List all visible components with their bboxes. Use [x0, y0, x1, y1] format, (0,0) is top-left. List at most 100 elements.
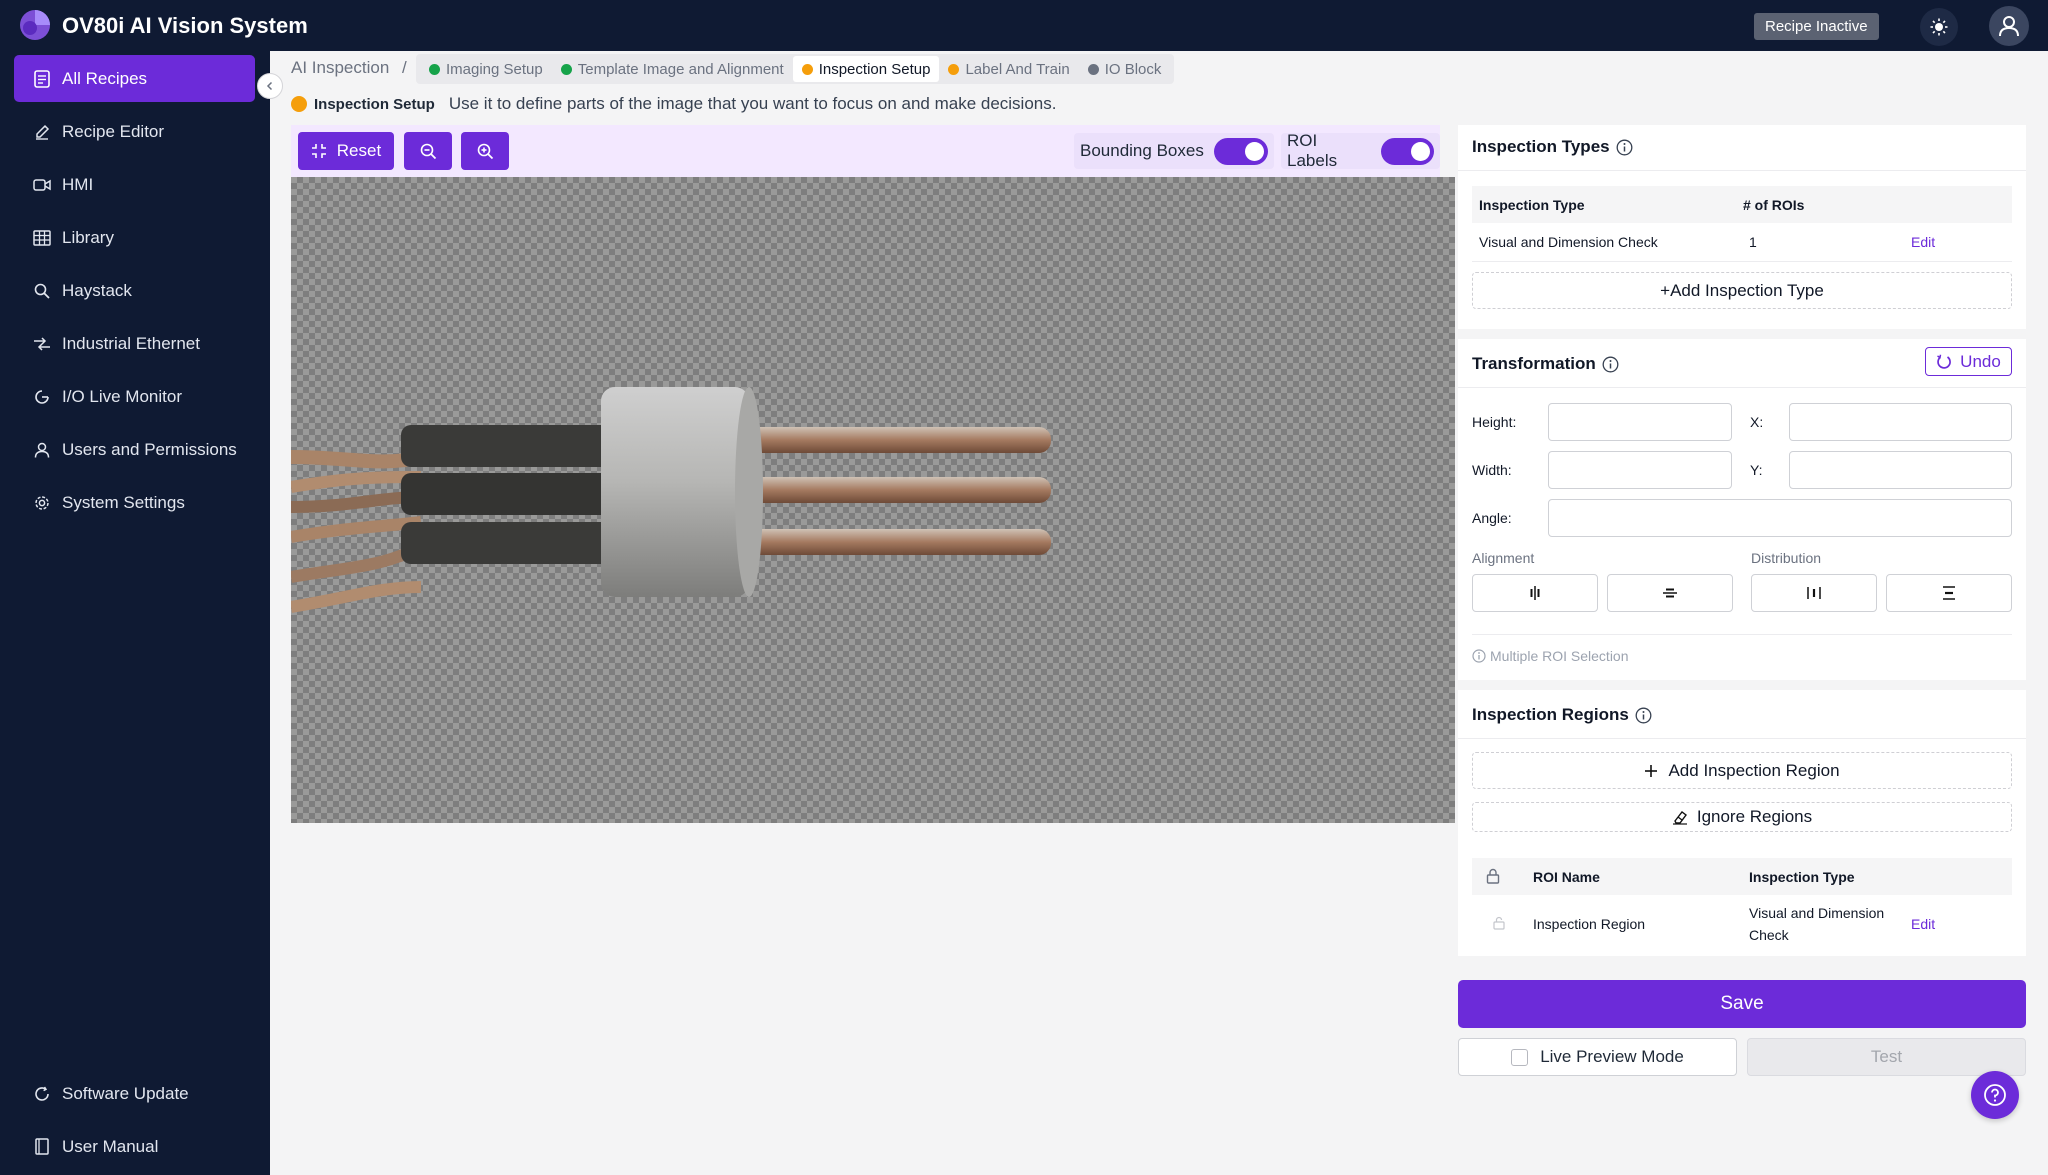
panel-title: Transformation: [1472, 354, 1619, 374]
inspection-regions-panel: Inspection Regions Add Inspection Region…: [1458, 690, 2026, 956]
align-vertical-center-button[interactable]: [1607, 574, 1733, 612]
divider: [1458, 170, 2026, 171]
status-in-progress-icon: [801, 63, 813, 75]
tab-inspection-setup[interactable]: Inspection Setup: [792, 56, 940, 82]
sidebar-item-label: Library: [62, 227, 114, 247]
align-horizontal-center-button[interactable]: [1472, 574, 1598, 612]
sidebar: All Recipes Recipe Editor HMI Library Ha…: [0, 51, 270, 1175]
info-icon[interactable]: [1602, 356, 1619, 373]
bounding-boxes-label: Bounding Boxes: [1080, 141, 1204, 160]
roi-count: 1: [1749, 234, 1757, 250]
monitor-icon: [32, 387, 52, 407]
status-in-progress-icon: [291, 96, 307, 112]
recipe-list-icon: [32, 69, 52, 89]
transformation-title: Transformation: [1472, 354, 1596, 373]
sun-icon: [1930, 18, 1948, 36]
image-toolbar: Reset Bounding Boxes ROI Labels: [291, 125, 1440, 177]
refresh-icon: [32, 1084, 52, 1104]
sidebar-item-industrial-ethernet[interactable]: Industrial Ethernet: [14, 320, 255, 367]
tab-label: Label And Train: [965, 60, 1070, 78]
roi-labels-toggle-group: ROI Labels: [1281, 131, 1440, 170]
height-field[interactable]: [1548, 403, 1732, 441]
distribute-horizontal-icon: [1807, 587, 1821, 599]
sidebar-item-label: System Settings: [62, 492, 185, 512]
sidebar-item-label: Haystack: [62, 280, 132, 300]
height-label: Height:: [1472, 414, 1517, 430]
undo-label: Undo: [1960, 351, 2001, 371]
pencil-icon: [32, 122, 52, 142]
live-preview-checkbox[interactable]: [1511, 1048, 1529, 1066]
roi-labels-switch[interactable]: [1380, 137, 1434, 165]
sidebar-item-hmi[interactable]: HMI: [14, 161, 255, 208]
transformation-panel: Transformation Undo Height: X: Width: Y:…: [1458, 339, 2026, 680]
tab-label: Template Image and Alignment: [577, 60, 784, 78]
sidebar-item-recipe-editor[interactable]: Recipe Editor: [14, 108, 255, 155]
zoom-in-button[interactable]: [461, 132, 509, 170]
top-bar: OV80i AI Vision System Recipe Inactive: [0, 0, 2048, 51]
x-field[interactable]: [1789, 403, 2012, 441]
divider: [1472, 634, 2012, 635]
info-icon[interactable]: [1616, 139, 1633, 156]
tab-label: Imaging Setup: [446, 60, 543, 78]
search-icon: [32, 281, 52, 301]
sidebar-item-io-live-monitor[interactable]: I/O Live Monitor: [14, 373, 255, 420]
chevron-left-icon: [266, 81, 273, 91]
unlock-icon[interactable]: [1493, 916, 1505, 930]
sidebar-collapse-button[interactable]: [257, 73, 283, 99]
tab-label-and-train[interactable]: Label And Train: [939, 56, 1078, 82]
live-preview-mode-toggle[interactable]: Live Preview Mode: [1458, 1038, 1737, 1076]
save-button[interactable]: Save: [1458, 980, 2026, 1028]
y-field[interactable]: [1789, 451, 2012, 489]
gear-icon: [32, 493, 52, 513]
tab-imaging-setup[interactable]: Imaging Setup: [420, 56, 552, 82]
user-account-button[interactable]: [1989, 6, 2029, 46]
zoom-in-icon: [477, 143, 493, 159]
undo-button[interactable]: Undo: [1925, 347, 2012, 376]
edit-inspection-type-link[interactable]: Edit: [1911, 234, 1935, 250]
roi-name: Inspection Region: [1533, 916, 1646, 932]
edit-roi-link[interactable]: Edit: [1911, 916, 1935, 932]
add-inspection-region-button[interactable]: Add Inspection Region: [1472, 752, 2012, 789]
tab-template-image-and-alignment[interactable]: Template Image and Alignment: [552, 56, 793, 82]
user-avatar-icon: [1999, 16, 2019, 37]
reset-label: Reset: [336, 141, 382, 160]
zoom-out-button[interactable]: [404, 132, 452, 170]
inspection-image-canvas[interactable]: [291, 177, 1455, 823]
sidebar-item-user-manual[interactable]: User Manual: [14, 1123, 255, 1170]
bounding-boxes-switch[interactable]: [1213, 137, 1268, 165]
help-button[interactable]: [1971, 1071, 2019, 1119]
ignore-regions-button[interactable]: Ignore Regions: [1472, 802, 2012, 832]
reset-button[interactable]: Reset: [298, 132, 394, 170]
breadcrumb-root[interactable]: AI Inspection: [291, 58, 389, 77]
tab-io-block[interactable]: IO Block: [1079, 56, 1171, 82]
sidebar-item-software-update[interactable]: Software Update: [14, 1070, 255, 1117]
add-inspection-region-label: Add Inspection Region: [1668, 760, 1840, 780]
test-button[interactable]: Test: [1747, 1038, 2026, 1076]
angle-label: Angle:: [1472, 510, 1512, 526]
recipe-status-badge: Recipe Inactive: [1754, 13, 1879, 40]
sidebar-item-system-settings[interactable]: System Settings: [14, 479, 255, 526]
switch-knob: [1411, 141, 1430, 161]
sidebar-item-library[interactable]: Library: [14, 214, 255, 261]
distribution-label: Distribution: [1751, 550, 1822, 566]
switch-knob: [1244, 141, 1264, 161]
lock-icon[interactable]: [1486, 868, 1500, 884]
info-icon[interactable]: [1635, 707, 1652, 724]
distribute-vertical-button[interactable]: [1886, 574, 2012, 612]
sidebar-item-label: I/O Live Monitor: [62, 386, 182, 406]
distribute-horizontal-button[interactable]: [1751, 574, 1877, 612]
step-description: Use it to define parts of the image that…: [448, 94, 1057, 113]
angle-field[interactable]: [1548, 499, 2012, 537]
sidebar-item-users-and-permissions[interactable]: Users and Permissions: [14, 426, 255, 473]
collapse-arrows-icon: [311, 144, 326, 158]
roi-inspection-type-line1: Visual and Dimension: [1749, 905, 1885, 921]
status-in-progress-icon: [948, 63, 960, 75]
sidebar-item-all-recipes[interactable]: All Recipes: [14, 55, 255, 102]
add-inspection-type-button[interactable]: +Add Inspection Type: [1472, 272, 2012, 309]
breadcrumb-separator: /: [402, 58, 407, 77]
x-label: X:: [1750, 414, 1764, 430]
column-header: Inspection Type: [1479, 197, 1585, 213]
theme-toggle-button[interactable]: [1920, 8, 1958, 46]
sidebar-item-haystack[interactable]: Haystack: [14, 267, 255, 314]
width-field[interactable]: [1548, 451, 1732, 489]
